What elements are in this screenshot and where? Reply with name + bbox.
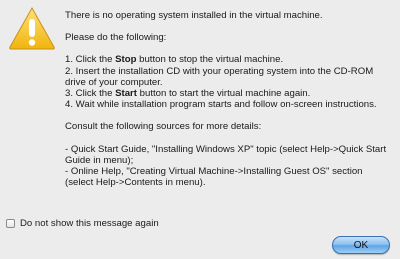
step-2: 2. Insert the installation CD with your … bbox=[65, 65, 374, 88]
dont-show-again-checkbox[interactable] bbox=[6, 219, 15, 228]
sources-list: - Quick Start Guide, "Installing Windows… bbox=[65, 144, 395, 189]
step-1: 1. Click the Stop button to stop the vir… bbox=[65, 54, 284, 66]
step-3: 3. Click the Start button to start the v… bbox=[65, 88, 311, 100]
source-online-help: - Online Help, "Creating Virtual Machine… bbox=[65, 166, 363, 189]
message-headline: There is no operating system installed i… bbox=[65, 10, 323, 21]
message-area: There is no operating system installed i… bbox=[65, 10, 395, 188]
dont-show-again-row[interactable]: Do not show this message again bbox=[6, 218, 159, 229]
steps-list: 1. Click the Stop button to stop the vir… bbox=[65, 54, 395, 110]
ok-button-label: OK bbox=[353, 239, 369, 251]
ok-button[interactable]: OK bbox=[332, 236, 390, 254]
consult-text: Consult the following sources for more d… bbox=[65, 121, 262, 133]
dont-show-again-label: Do not show this message again bbox=[20, 218, 159, 229]
message-intro: Please do the following: bbox=[65, 32, 167, 44]
source-quick-start: - Quick Start Guide, "Installing Windows… bbox=[65, 143, 387, 166]
alert-dialog: There is no operating system installed i… bbox=[0, 0, 400, 259]
warning-icon bbox=[9, 6, 55, 50]
step-4: 4. Wait while installation program start… bbox=[65, 99, 377, 111]
